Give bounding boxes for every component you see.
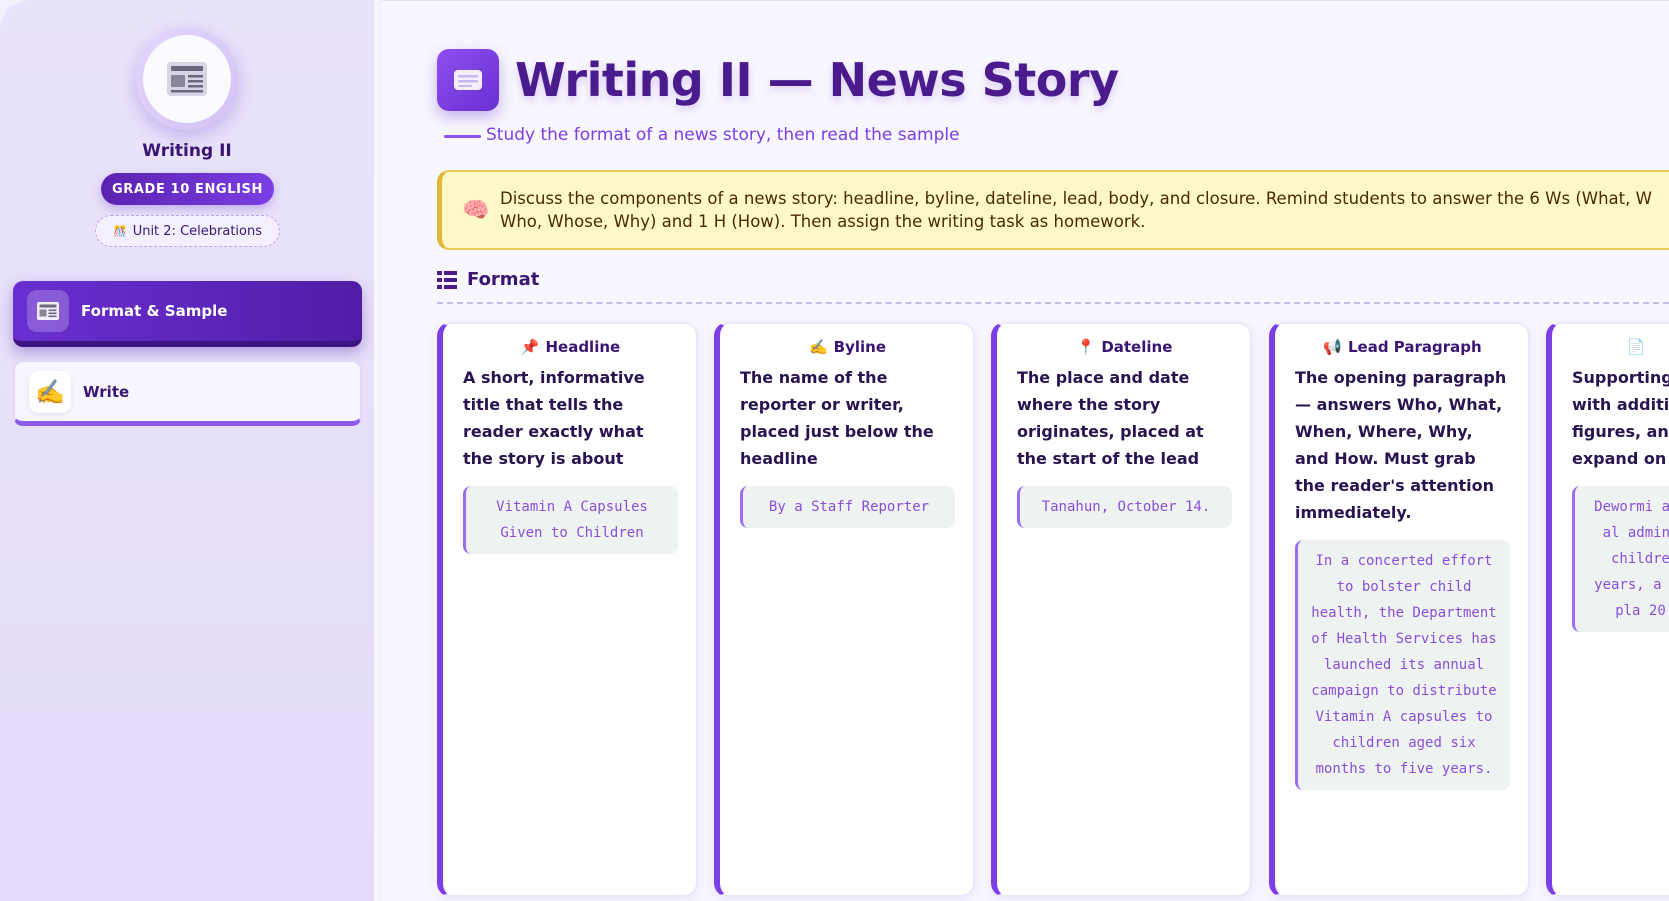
- card-title: Dateline: [1101, 338, 1173, 356]
- writing-hand-icon: ✍️: [808, 338, 828, 356]
- subtitle-accent: [444, 135, 481, 138]
- main-content: Writing II — News Story Study the format…: [382, 0, 1669, 901]
- card-sample: In a concerted effort to bolster child h…: [1295, 540, 1510, 790]
- nav-item-write[interactable]: ✍️ Write: [13, 360, 362, 426]
- sidebar-title: Writing II: [142, 141, 232, 161]
- format-card-body: 📄 Supporting with additi figures, anc ex…: [1546, 322, 1669, 897]
- format-card-dateline: 📍 Dateline The place and date where the s…: [991, 322, 1252, 897]
- writing-hand-icon: ✍️: [29, 370, 71, 413]
- brain-icon: 🧠: [462, 197, 490, 223]
- newspaper-icon: [437, 49, 499, 111]
- nav-label: Write: [83, 382, 130, 401]
- page-icon: 📄: [1626, 338, 1646, 356]
- card-description: The name of the reporter or writer, plac…: [740, 368, 934, 468]
- card-sample: By a Staff Reporter: [740, 486, 955, 528]
- megaphone-icon: 📢: [1323, 338, 1342, 356]
- page-title: Writing II — News Story: [515, 53, 1119, 107]
- unit-label: Unit 2: Celebrations: [132, 223, 262, 239]
- pushpin-icon: 📌: [520, 338, 540, 356]
- card-description: The opening paragraph — answers Who, Wha…: [1295, 368, 1507, 522]
- format-card-lead-paragraph: 📢 Lead Paragraph The opening paragraph — …: [1269, 322, 1530, 897]
- card-description: The place and date where the story origi…: [1017, 368, 1204, 468]
- newspaper-icon: [167, 62, 207, 96]
- card-sample: Vitamin A Capsules Given to Children: [463, 486, 678, 554]
- card-title: Headline: [545, 338, 621, 356]
- nav-item-format-sample[interactable]: Format & Sample: [13, 281, 362, 347]
- grade-badge: GRADE 10 ENGLISH: [101, 173, 274, 205]
- card-sample: Dewormi are al admini childre years, a i…: [1572, 486, 1669, 632]
- page-subtitle: Study the format of a news story, then r…: [486, 125, 960, 145]
- format-card-byline: ✍️ Byline The name of the reporter or wri…: [714, 322, 975, 897]
- card-description: Supporting with additi figures, anc expa…: [1572, 368, 1669, 468]
- card-title: Lead Paragraph: [1347, 338, 1482, 356]
- nav-label: Format & Sample: [81, 302, 228, 320]
- card-sample: Tanahun, October 14.: [1017, 486, 1232, 528]
- section-divider: [437, 302, 1669, 304]
- list-icon: [437, 270, 457, 289]
- sidebar: Writing II GRADE 10 ENGLISH 🎊 Unit 2: Ce…: [0, 0, 378, 901]
- section-title: Format: [467, 269, 540, 290]
- unit-badge: 🎊 Unit 2: Celebrations: [95, 215, 280, 247]
- teacher-note: 🧠 Discuss the components of a news story…: [437, 170, 1669, 250]
- location-pin-icon: 📍: [1076, 338, 1096, 356]
- confetti-icon: 🎊: [112, 224, 127, 238]
- note-line: Who, Whose, Why) and 1 H (How). Then ass…: [500, 212, 1146, 231]
- section-header-format: Format: [437, 269, 539, 290]
- format-card-headline: 📌 Headline A short, informative title tha…: [437, 322, 698, 897]
- newspaper-icon: [27, 290, 69, 332]
- app-logo: [136, 28, 238, 130]
- card-title: Byline: [833, 338, 887, 356]
- note-line: Discuss the components of a news story: …: [500, 189, 1652, 208]
- card-description: A short, informative title that tells th…: [463, 368, 645, 468]
